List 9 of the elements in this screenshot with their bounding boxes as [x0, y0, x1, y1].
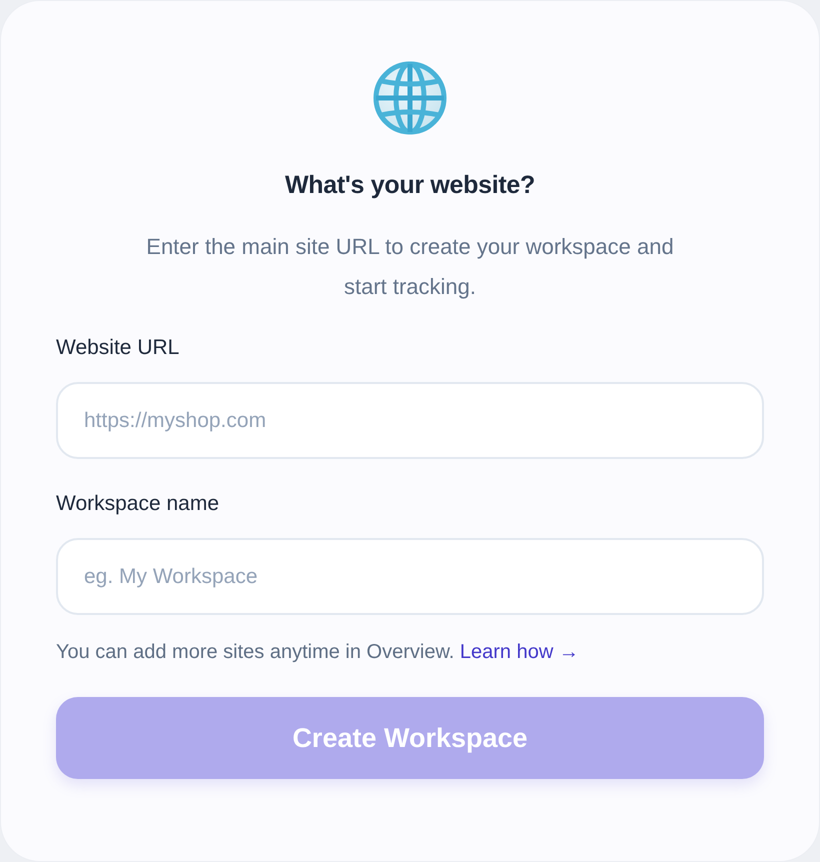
globe-icon — [373, 61, 447, 135]
subtitle: Enter the main site URL to create your workspace and start tracking. — [145, 233, 675, 301]
field-label: Website URL — [56, 335, 180, 361]
heading: What's your website? — [285, 170, 535, 201]
learn-how-link[interactable]: Learn how → — [460, 641, 579, 663]
input-field[interactable]: eg. My Workspace — [56, 538, 764, 615]
field-label: Workspace name — [56, 491, 220, 517]
input-field[interactable]: https://myshop.com — [56, 382, 764, 459]
helper-text: You can add more sites anytime in Overview. Learn how → — [56, 640, 580, 665]
